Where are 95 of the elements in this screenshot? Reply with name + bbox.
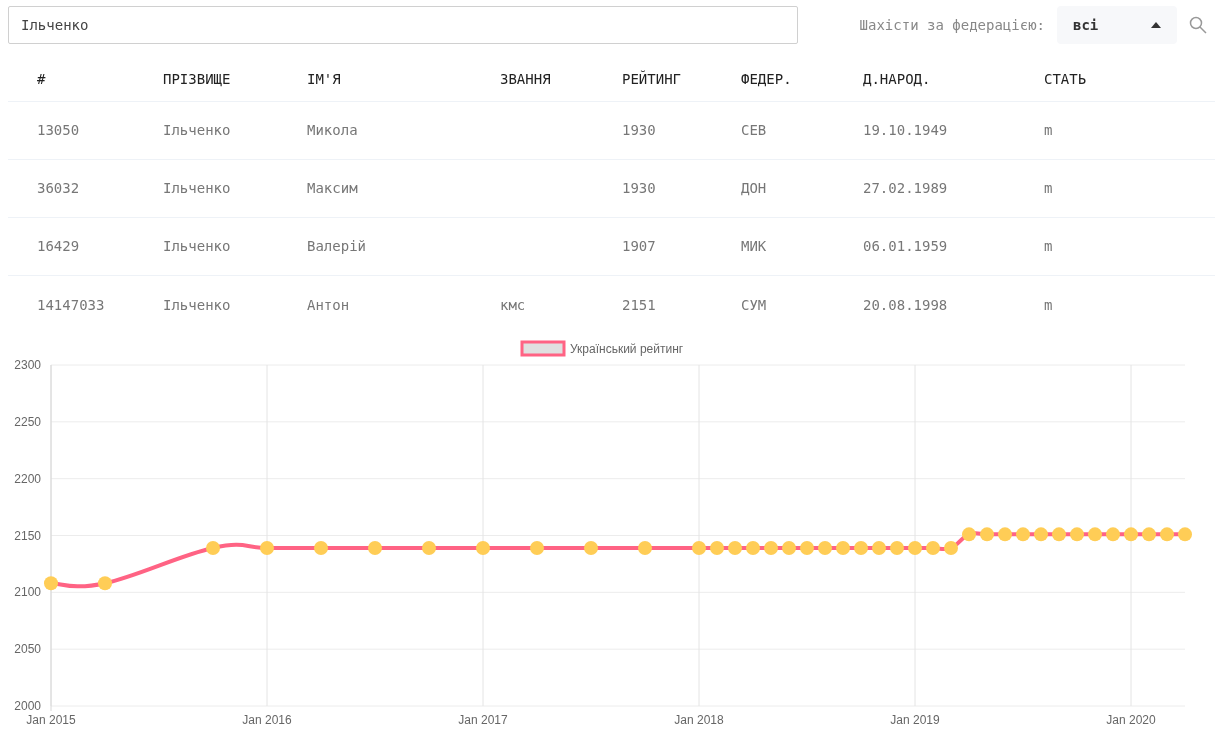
table-cell-text: Ільченко — [163, 237, 231, 256]
data-point — [98, 576, 112, 591]
data-point — [1142, 527, 1156, 542]
table-cell-text: 16429 — [37, 237, 80, 256]
data-point — [980, 527, 994, 542]
table-cell-text: 14147033 — [37, 295, 105, 315]
column-header: ПРІЗВИЩЕ — [163, 70, 231, 89]
data-point — [926, 541, 940, 555]
data-point — [1052, 527, 1066, 542]
data-point — [476, 541, 490, 555]
column-header: Д.НАРОД. — [863, 70, 931, 89]
data-point — [818, 541, 832, 555]
table-cell-text: 2151 — [622, 295, 656, 315]
table-cell-text: 27.02.1989 — [863, 179, 948, 198]
data-point — [998, 527, 1012, 542]
table-cell-text: кмс — [500, 295, 526, 315]
data-point — [368, 541, 382, 555]
data-point — [1016, 527, 1030, 542]
search-icon[interactable] — [1189, 16, 1207, 34]
filter-label: Шахісти за федерацією: — [859, 15, 1045, 35]
data-point — [1178, 527, 1192, 542]
data-point — [422, 541, 436, 555]
data-point — [746, 541, 760, 555]
data-point — [764, 541, 778, 555]
federation-select[interactable]: всі — [1057, 6, 1177, 44]
table-cell-text: 1930 — [622, 179, 656, 198]
column-header: ФЕДЕР. — [741, 70, 792, 89]
data-point — [1124, 527, 1138, 542]
table-cell-text: СЕВ — [741, 121, 767, 140]
column-header: РЕЙТИНГ — [622, 69, 681, 89]
table-cell-text: МИК — [741, 237, 767, 256]
data-point — [1160, 527, 1174, 542]
data-point — [782, 541, 796, 555]
data-point — [584, 541, 598, 555]
table-cell-text: Ільченко — [163, 121, 231, 140]
y-axis-label: 2200 — [14, 471, 41, 486]
table-cell-text: 13050 — [37, 121, 80, 140]
column-header: ІМ'Я — [307, 70, 341, 89]
data-point — [800, 541, 814, 555]
table-cell-text: m — [1044, 179, 1053, 198]
data-point — [854, 541, 868, 555]
data-point — [908, 541, 922, 555]
data-point — [890, 541, 904, 555]
column-header: СТАТЬ — [1044, 70, 1087, 89]
table-cell-text: m — [1044, 295, 1053, 315]
y-axis-label: 2100 — [14, 585, 41, 600]
x-axis-label: Jan 2017 — [458, 713, 508, 727]
x-axis-label: Jan 2020 — [1106, 713, 1156, 727]
y-axis-label: 2050 — [14, 642, 41, 657]
y-axis-label: 2000 — [14, 699, 41, 713]
data-point — [692, 541, 706, 555]
table-cell-text: Ільченко — [163, 295, 231, 315]
table-cell-text: 1907 — [622, 237, 656, 256]
data-point — [728, 541, 742, 555]
table-cell-text: Микола — [307, 121, 358, 140]
column-header: ЗВАННЯ — [500, 70, 551, 89]
table-cell-text: Валерій — [307, 237, 366, 256]
table-cell-text: m — [1044, 121, 1053, 140]
data-point — [44, 576, 58, 591]
table-cell-text: Ільченко — [163, 179, 231, 198]
data-point — [1088, 527, 1102, 542]
table-cell-text: 1930 — [622, 121, 656, 140]
table-cell-text: 19.10.1949 — [863, 121, 948, 140]
caret-icon — [1151, 22, 1161, 28]
y-axis-label: 2150 — [14, 528, 41, 543]
data-point — [260, 541, 274, 555]
x-axis-label: Jan 2019 — [890, 713, 940, 727]
data-point — [206, 541, 220, 555]
table-cell-text: СУМ — [741, 295, 767, 315]
data-point — [530, 541, 544, 555]
data-point — [710, 541, 724, 555]
y-axis-label: 2250 — [14, 414, 41, 429]
table-cell-text: 20.08.1998 — [863, 295, 948, 315]
x-axis-label: Jan 2018 — [674, 713, 724, 727]
data-point — [944, 541, 958, 555]
table-cell-text: m — [1044, 237, 1053, 256]
data-point — [1070, 527, 1084, 542]
legend-label: Український рейтинг — [570, 342, 684, 356]
data-point — [1106, 527, 1120, 542]
column-header: # — [37, 70, 46, 89]
table-cell-text: 06.01.1959 — [863, 237, 948, 256]
data-point — [872, 541, 886, 555]
data-point — [836, 541, 850, 555]
table-cell-text: Антон — [307, 295, 350, 315]
data-point — [962, 527, 976, 542]
data-point — [638, 541, 652, 555]
x-axis-label: Jan 2016 — [242, 713, 292, 727]
x-axis-label: Jan 2015 — [26, 713, 76, 727]
search-field[interactable]: Ільченко — [8, 6, 798, 44]
data-point — [314, 541, 328, 555]
table-cell-text: ДОН — [741, 179, 767, 198]
table-cell-text: 36032 — [37, 179, 80, 198]
y-axis-label: 2300 — [14, 358, 41, 372]
table-cell-text: Максим — [307, 179, 358, 198]
data-point — [1034, 527, 1048, 542]
